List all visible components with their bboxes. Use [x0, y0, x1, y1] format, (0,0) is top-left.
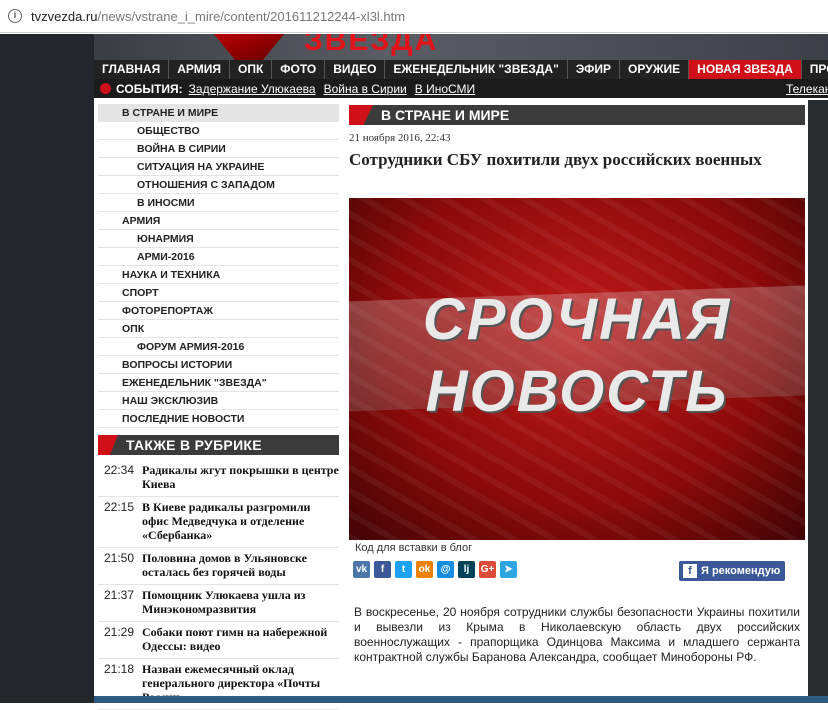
- nav-item[interactable]: АРМИЯ: [169, 60, 230, 79]
- sidebar-item[interactable]: ЕЖЕНЕДЕЛЬНИК "ЗВЕЗДА": [98, 374, 339, 392]
- events-arrow-icon: [100, 83, 111, 94]
- news-headline[interactable]: Половина домов в Ульяновске осталась без…: [142, 551, 339, 579]
- section-marker-icon: [349, 105, 373, 125]
- also-title: ТАКЖЕ В РУБРИКЕ: [126, 437, 262, 453]
- nav-item[interactable]: ЭФИР: [568, 60, 621, 79]
- nav-item[interactable]: ОПК: [230, 60, 273, 79]
- article-image[interactable]: СРОЧНАЯ НОВОСТЬ: [349, 198, 805, 540]
- news-time: 22:15: [103, 500, 134, 514]
- embed-code-link[interactable]: Код для вставки в блог: [355, 542, 472, 554]
- livejournal-icon[interactable]: lj: [458, 561, 475, 578]
- article-body: В воскресенье, 20 ноября сотрудники служ…: [354, 605, 800, 664]
- sidebar-item[interactable]: ФОРУМ АРМИЯ-2016: [98, 338, 339, 356]
- sidebar-item[interactable]: ОБЩЕСТВО: [98, 122, 339, 140]
- twitter-icon[interactable]: t: [395, 561, 412, 578]
- sidebar-item[interactable]: ВОЙНА В СИРИИ: [98, 140, 339, 158]
- sidebar-item[interactable]: АРМИ-2016: [98, 248, 339, 266]
- sidebar-item[interactable]: СИТУАЦИЯ НА УКРАИНЕ: [98, 158, 339, 176]
- related-news-list: 22:34 Радикалы жгут покрышки в центре Кие…: [98, 460, 339, 710]
- telegram-icon[interactable]: ➤: [500, 561, 517, 578]
- right-background: [808, 100, 828, 703]
- nav-item[interactable]: ВИДЕО: [325, 60, 386, 79]
- sidebar-item[interactable]: ВОПРОСЫ ИСТОРИИ: [98, 356, 339, 374]
- sidebar-item[interactable]: В СТРАНЕ И МИРЕ: [98, 104, 339, 122]
- os-taskbar: [94, 696, 828, 703]
- sidebar-item[interactable]: АРМИЯ: [98, 212, 339, 230]
- news-headline[interactable]: В Киеве радикалы разгромили офис Медведч…: [142, 500, 339, 542]
- event-link[interactable]: Война в Сирии: [324, 82, 407, 96]
- nav-item[interactable]: НОВАЯ ЗВЕЗДА: [689, 60, 802, 79]
- news-time: 21:50: [103, 551, 134, 565]
- sidebar-item[interactable]: СПОРТ: [98, 284, 339, 302]
- url-text[interactable]: tvzvezda.ru/news/vstrane_i_mire/content/…: [31, 9, 405, 24]
- nav-item[interactable]: ГЛАВНАЯ: [94, 60, 170, 79]
- info-icon[interactable]: i: [8, 9, 22, 23]
- news-headline[interactable]: Радикалы жгут покрышки в центре Киева: [142, 463, 339, 491]
- moimir-icon[interactable]: @: [437, 561, 454, 578]
- facebook-icon: f: [683, 564, 697, 578]
- article-date: 21 ноября 2016, 22:43: [349, 132, 451, 144]
- events-right-link[interactable]: Телекан: [786, 82, 828, 96]
- url-domain: tvzvezda.ru: [31, 8, 98, 24]
- sidebar-menu: В СТРАНЕ И МИРЕ ОБЩЕСТВО ВОЙНА В СИРИИ СИТУ…: [98, 104, 339, 428]
- nav-item[interactable]: ПРО: [802, 60, 828, 79]
- sidebar-item[interactable]: ОТНОШЕНИЯ С ЗАПАДОМ: [98, 176, 339, 194]
- nav-item[interactable]: ФОТО: [272, 60, 326, 79]
- news-item[interactable]: 22:15 В Киеве радикалы разгромили офис Ме…: [98, 497, 339, 548]
- star-icon: [214, 34, 284, 60]
- news-headline[interactable]: Помощник Улюкаева ушла из Минэкономразви…: [142, 588, 339, 616]
- events-label: СОБЫТИЯ:: [116, 81, 183, 96]
- image-text-line2: НОВОСТЬ: [425, 359, 729, 424]
- vk-icon[interactable]: vk: [353, 561, 370, 578]
- section-marker-icon: [98, 435, 118, 455]
- events-list: Задержание Улюкаева Война в Сирии В ИноСМИ: [189, 82, 484, 96]
- googleplus-icon[interactable]: G+: [479, 561, 496, 578]
- news-headline[interactable]: Собаки поют гимн на набережной Одессы: в…: [142, 625, 339, 653]
- site-header: ЗВЕЗДА: [94, 34, 828, 60]
- site-logo[interactable]: ЗВЕЗДА: [304, 34, 438, 58]
- url-path: /news/vstrane_i_mire/content/20161121224…: [97, 8, 406, 24]
- nav-item[interactable]: ОРУЖИЕ: [620, 60, 690, 79]
- news-time: 21:29: [103, 625, 134, 639]
- news-time: 21:37: [103, 588, 134, 602]
- article-section-header: В СТРАНЕ И МИРЕ: [349, 105, 805, 125]
- odnoklassniki-icon[interactable]: ok: [416, 561, 433, 578]
- section-title: В СТРАНЕ И МИРЕ: [381, 107, 510, 123]
- sidebar-item[interactable]: ПОСЛЕДНИЕ НОВОСТИ: [98, 410, 339, 428]
- facebook-icon[interactable]: f: [374, 561, 391, 578]
- sidebar-item[interactable]: ОПК: [98, 320, 339, 338]
- browser-address-bar[interactable]: i tvzvezda.ru/news/vstrane_i_mire/conten…: [0, 0, 828, 33]
- sidebar-item[interactable]: ЮНАРМИЯ: [98, 230, 339, 248]
- also-in-section-header: ТАКЖЕ В РУБРИКЕ: [98, 435, 339, 455]
- news-item[interactable]: 21:50 Половина домов в Ульяновске осталас…: [98, 548, 339, 585]
- news-time: 22:34: [103, 463, 134, 477]
- news-item[interactable]: 21:37 Помощник Улюкаева ушла из Минэконом…: [98, 585, 339, 622]
- recommend-button[interactable]: f Я рекомендую: [679, 561, 785, 581]
- news-item[interactable]: 21:29 Собаки поют гимн на набережной Одес…: [98, 622, 339, 659]
- events-bar: СОБЫТИЯ: Задержание Улюкаева Война в Сири…: [94, 79, 828, 98]
- image-text-line1: СРОЧНАЯ: [422, 287, 732, 352]
- sidebar-item[interactable]: В ИНОСМИ: [98, 194, 339, 212]
- recommend-label: Я рекомендую: [701, 565, 781, 577]
- sidebar-item[interactable]: ФОТОРЕПОРТАЖ: [98, 302, 339, 320]
- share-buttons: vk f t ok @ lj G+ ➤: [353, 561, 521, 578]
- event-link[interactable]: В ИноСМИ: [415, 82, 475, 96]
- sidebar-item[interactable]: НАУКА И ТЕХНИКА: [98, 266, 339, 284]
- article-title: Сотрудники СБУ похитили двух российских …: [349, 150, 762, 169]
- sidebar-item[interactable]: НАШ ЭКСКЛЮЗИВ: [98, 392, 339, 410]
- event-link[interactable]: Задержание Улюкаева: [189, 82, 316, 96]
- left-background: [0, 34, 94, 703]
- news-item[interactable]: 22:34 Радикалы жгут покрышки в центре Кие…: [98, 460, 339, 497]
- main-nav: ГЛАВНАЯ АРМИЯ ОПК ФОТО ВИДЕО ЕЖЕНЕДЕЛЬНИК "ЗВ…: [94, 60, 828, 79]
- nav-item[interactable]: ЕЖЕНЕДЕЛЬНИК "ЗВЕЗДА": [385, 60, 568, 79]
